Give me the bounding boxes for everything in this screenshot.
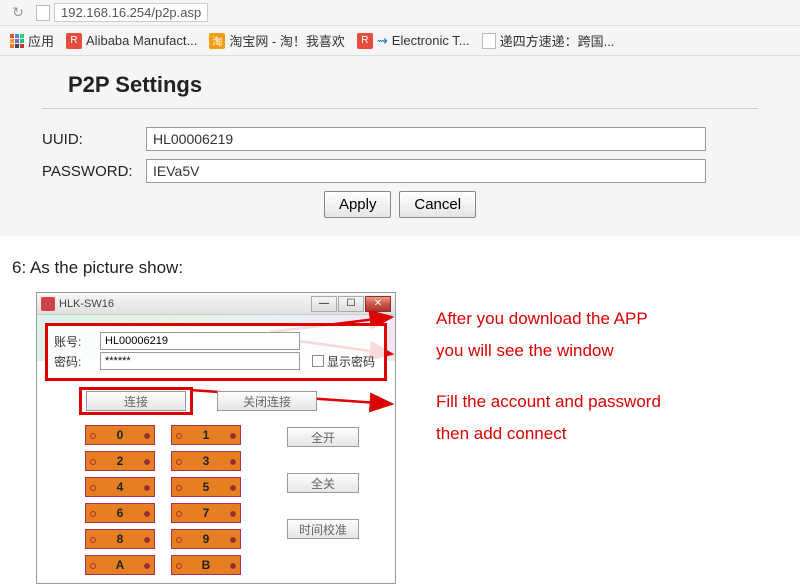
time-calibrate-button[interactable]: 时间校准 <box>287 519 359 539</box>
annot-1-line-1: After you download the APP <box>436 306 661 332</box>
electronic-icon: R <box>357 33 373 49</box>
app-pwd-input[interactable] <box>100 352 300 370</box>
4px-icon <box>482 33 496 49</box>
bookmark-taobao[interactable]: 淘 淘宝网 - 淘！我喜欢 <box>209 31 345 50</box>
bookmark-alibaba[interactable]: R Alibaba Manufact... <box>66 33 197 49</box>
annotations: After you download the APP you will see … <box>436 292 661 452</box>
relay-a-button[interactable]: A <box>85 555 155 575</box>
password-input[interactable] <box>146 159 706 183</box>
browser-url-bar: ↻ 192.168.16.254/p2p.asp <box>0 0 800 26</box>
show-pwd-checkbox[interactable]: 显示密码 <box>312 353 375 370</box>
app-pwd-label: 密码: <box>54 353 94 370</box>
account-label: 账号: <box>54 333 94 350</box>
password-label: PASSWORD: <box>42 163 146 180</box>
bookmark-electronic[interactable]: R ⇝ Electronic T... <box>357 33 470 49</box>
relay-6-button[interactable]: 6 <box>85 503 155 523</box>
step-6-text: 6: As the picture show: <box>12 258 800 278</box>
apps-button[interactable]: 应用 <box>10 31 54 50</box>
minimize-icon[interactable]: — <box>311 296 337 312</box>
apps-label: 应用 <box>28 31 54 50</box>
relay-9-button[interactable]: 9 <box>171 529 241 549</box>
url-field[interactable]: 192.168.16.254/p2p.asp <box>54 3 208 22</box>
account-input[interactable] <box>100 332 300 350</box>
uuid-label: UUID: <box>42 131 146 148</box>
all-on-button[interactable]: 全开 <box>287 427 359 447</box>
window-title: HLK-SW16 <box>59 298 114 310</box>
annot-2-line-1: Fill the account and password <box>436 389 661 415</box>
relay-3-button[interactable]: 3 <box>171 451 241 471</box>
annot-1-line-2: you will see the window <box>436 338 661 364</box>
page-icon <box>36 5 50 21</box>
taobao-icon: 淘 <box>209 33 225 49</box>
checkbox-icon <box>312 355 324 367</box>
hlk-app-window: HLK-SW16 — ☐ ✕ 账号: 密码: 显示密 <box>36 292 396 584</box>
relay-7-button[interactable]: 7 <box>171 503 241 523</box>
connect-button[interactable]: 连接 <box>86 391 186 411</box>
all-off-button[interactable]: 全关 <box>287 473 359 493</box>
connect-highlight: 连接 <box>79 387 193 415</box>
credentials-highlight: 账号: 密码: 显示密码 <box>45 323 387 381</box>
apply-button[interactable]: Apply <box>324 191 392 218</box>
disconnect-button[interactable]: 关闭连接 <box>217 391 317 411</box>
relay-b-button[interactable]: B <box>171 555 241 575</box>
bookmark-4px[interactable]: 递四方速递：跨国... <box>482 31 615 50</box>
relay-col-left: 0 2 4 6 8 A <box>85 425 155 575</box>
relay-5-button[interactable]: 5 <box>171 477 241 497</box>
apps-icon <box>10 34 24 48</box>
java-icon <box>41 297 55 311</box>
p2p-settings-panel: P2P Settings UUID: PASSWORD: Apply Cance… <box>0 56 800 236</box>
relay-8-button[interactable]: 8 <box>85 529 155 549</box>
relay-0-button[interactable]: 0 <box>85 425 155 445</box>
bookmarks-bar: 应用 R Alibaba Manufact... 淘 淘宝网 - 淘！我喜欢 R… <box>0 26 800 56</box>
maximize-icon[interactable]: ☐ <box>338 296 364 312</box>
reload-icon[interactable]: ↻ <box>8 4 28 22</box>
titlebar[interactable]: HLK-SW16 — ☐ ✕ <box>37 293 395 315</box>
relay-2-button[interactable]: 2 <box>85 451 155 471</box>
alibaba-icon: R <box>66 33 82 49</box>
page-title: P2P Settings <box>68 72 770 98</box>
cancel-button[interactable]: Cancel <box>399 191 476 218</box>
annot-2-line-2: then add connect <box>436 421 661 447</box>
close-icon[interactable]: ✕ <box>365 296 391 312</box>
relay-col-right: 1 3 5 7 9 B <box>171 425 241 575</box>
relay-4-button[interactable]: 4 <box>85 477 155 497</box>
uuid-input[interactable] <box>146 127 706 151</box>
lower-section: HLK-SW16 — ☐ ✕ 账号: 密码: 显示密 <box>0 292 800 584</box>
relay-1-button[interactable]: 1 <box>171 425 241 445</box>
